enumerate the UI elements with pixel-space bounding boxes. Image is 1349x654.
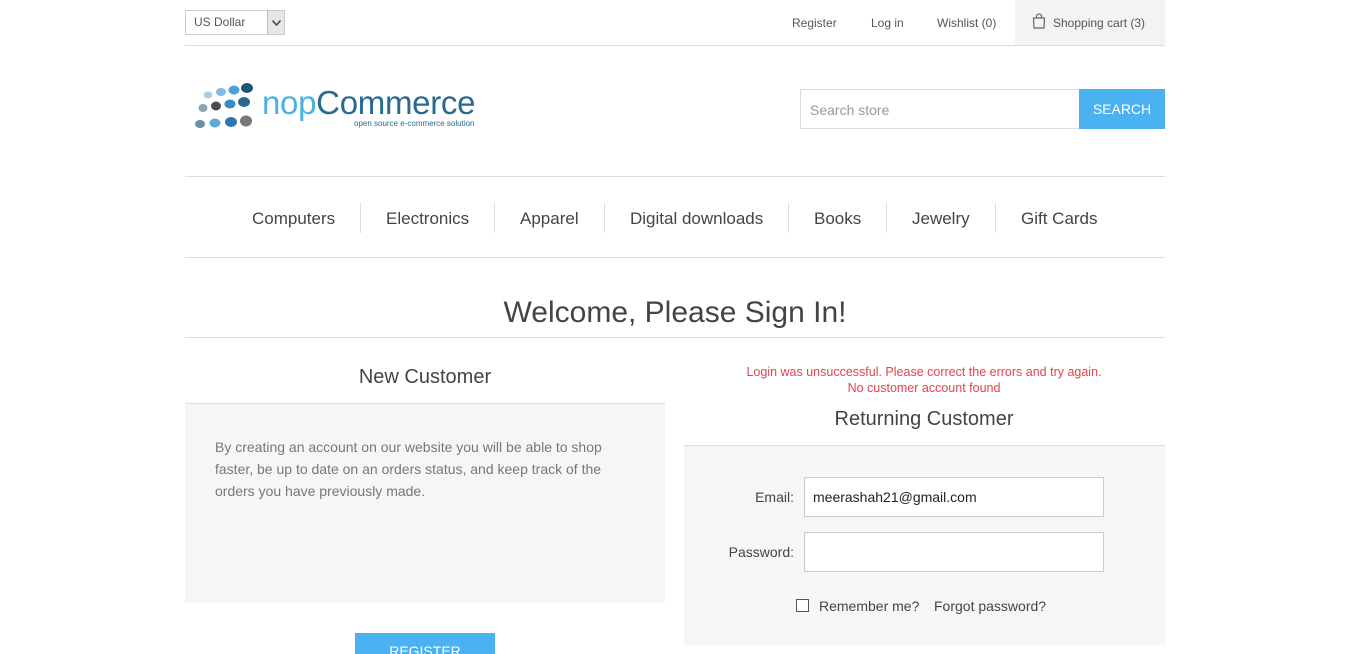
menu-item-computers[interactable]: Computers (252, 209, 335, 229)
new-customer-heading: New Customer (358, 366, 492, 388)
returning-customer-panel: Email: meerashah21@gmail.com Password: R… (684, 445, 1165, 645)
menu-item-digital-downloads[interactable]: Digital downloads (630, 209, 763, 229)
remember-me-checkbox[interactable] (796, 599, 809, 612)
header-links-bar: US Dollar Register Log in Wishlist (0) S… (185, 0, 1165, 46)
shopping-bag-icon (1032, 13, 1046, 32)
menu-divider (788, 203, 789, 233)
login-error-detail: No customer account found (847, 381, 1001, 395)
register-button[interactable]: REGISTER (355, 633, 495, 654)
menu-item-electronics[interactable]: Electronics (386, 209, 469, 229)
password-label: Password: (728, 544, 794, 560)
menu-divider (604, 203, 605, 233)
email-label: Email: (755, 489, 794, 505)
logo-tagline: open source e-commerce solution (354, 119, 475, 128)
logo-dots-icon (195, 83, 253, 128)
menu-divider (494, 203, 495, 233)
forgot-password-link[interactable]: Forgot password? (934, 598, 1046, 614)
new-customer-panel: By creating an account on our website yo… (185, 403, 665, 603)
register-link[interactable]: Register (792, 16, 837, 30)
logo-main: Commerce (316, 84, 476, 121)
currency-select[interactable]: US Dollar (185, 10, 285, 35)
menu-item-apparel[interactable]: Apparel (520, 209, 579, 229)
shopping-cart-label: Shopping cart (3) (1053, 16, 1146, 30)
password-field[interactable] (804, 532, 1104, 572)
email-field[interactable]: meerashah21@gmail.com (804, 477, 1104, 517)
login-error-line: Login was unsuccessful. Please correct t… (746, 365, 1102, 379)
menu-divider (360, 203, 361, 233)
search-button[interactable]: SEARCH (1079, 89, 1165, 129)
new-customer-text: By creating an account on our website yo… (215, 439, 602, 499)
menu-divider (886, 203, 887, 233)
login-error-message: Login was unsuccessful. Please correct t… (684, 364, 1164, 396)
store-logo[interactable]: nopCommerce open source e-commerce solut… (189, 82, 494, 134)
logo-prefix: nop (262, 84, 317, 121)
menu-item-jewelry[interactable]: Jewelry (912, 209, 970, 229)
wishlist-link[interactable]: Wishlist (0) (937, 16, 996, 30)
login-link[interactable]: Log in (871, 16, 904, 30)
menu-item-gift-cards[interactable]: Gift Cards (1021, 209, 1098, 229)
page-title: Welcome, Please Sign In! (503, 296, 847, 329)
menu-item-books[interactable]: Books (814, 209, 861, 229)
menu-divider (995, 203, 996, 233)
search-input[interactable]: Search store (800, 89, 1080, 129)
top-menu: Computers Electronics Apparel Digital do… (185, 176, 1165, 258)
chevron-down-icon[interactable] (267, 11, 284, 34)
currency-select-value: US Dollar (194, 15, 246, 29)
logo-wordmark: nopCommerce (262, 84, 475, 122)
title-divider (185, 337, 1165, 338)
remember-me-label[interactable]: Remember me? (819, 598, 919, 614)
returning-customer-heading: Returning Customer (834, 408, 1014, 430)
shopping-cart-link[interactable]: Shopping cart (3) (1015, 0, 1165, 45)
